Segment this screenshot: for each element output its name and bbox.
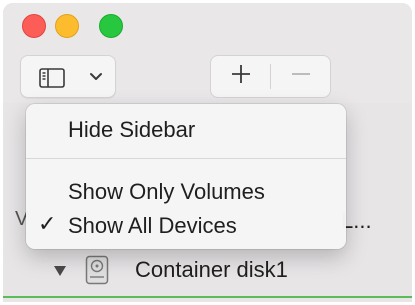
zoom-window-button[interactable] bbox=[99, 14, 123, 38]
minus-icon bbox=[291, 64, 311, 89]
disclosure-triangle-icon[interactable] bbox=[53, 264, 67, 282]
container-disk-icon bbox=[85, 255, 109, 290]
menu-separator bbox=[26, 158, 346, 159]
menu-item-show-all-devices[interactable]: ✓ Show All Devices bbox=[26, 210, 346, 242]
sidebar-view-menu-button[interactable] bbox=[20, 55, 116, 98]
sidebar-view-dropdown-menu: Hide Sidebar Show Only Volumes ✓ Show Al… bbox=[26, 104, 346, 249]
plus-icon bbox=[231, 64, 251, 89]
minimize-window-button[interactable] bbox=[55, 14, 79, 38]
chevron-down-icon bbox=[89, 70, 103, 88]
menu-item-label: Show Only Volumes bbox=[68, 179, 265, 204]
disk-utility-window: V L... Container disk1 Hide Sidebar Show… bbox=[3, 3, 412, 302]
remove-volume-button[interactable] bbox=[271, 56, 330, 97]
close-window-button[interactable] bbox=[22, 14, 46, 38]
checkmark-icon: ✓ bbox=[38, 211, 57, 236]
add-remove-segmented-control bbox=[210, 55, 331, 98]
menu-item-label: Show All Devices bbox=[68, 213, 237, 238]
add-volume-button[interactable] bbox=[211, 56, 270, 97]
sidebar-icon bbox=[39, 68, 65, 93]
menu-item-label: Hide Sidebar bbox=[68, 117, 196, 142]
title-bar bbox=[3, 3, 412, 103]
selection-underline bbox=[3, 296, 412, 298]
menu-item-show-only-volumes[interactable]: Show Only Volumes bbox=[26, 176, 346, 208]
menu-item-hide-sidebar[interactable]: Hide Sidebar bbox=[26, 114, 346, 146]
sidebar-item-label: Container disk1 bbox=[135, 257, 288, 282]
